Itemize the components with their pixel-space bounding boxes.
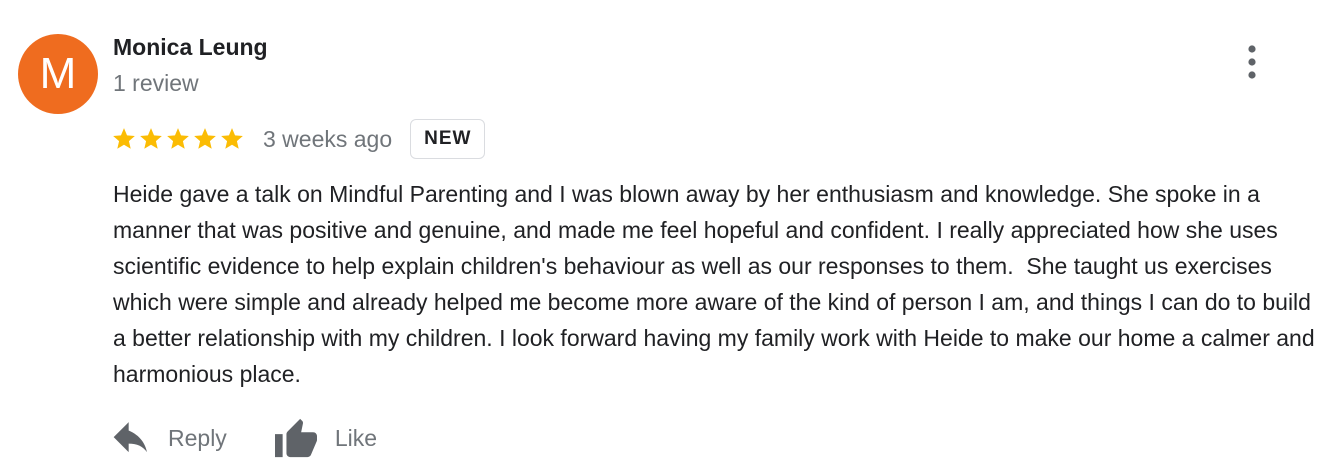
author-name[interactable]: Monica Leung — [113, 34, 268, 61]
thumbs-up-icon — [274, 418, 317, 458]
reply-arrow-icon — [113, 422, 147, 453]
avatar[interactable]: M — [18, 34, 98, 114]
more-vert-icon — [1248, 45, 1256, 79]
star-icon — [221, 128, 243, 149]
reply-label: Reply — [168, 424, 227, 451]
star-icon — [167, 128, 189, 149]
star-rating — [111, 126, 245, 152]
review-card: M Monica Leung 1 review 3 weeks ago NEW … — [0, 0, 1334, 476]
reply-button[interactable]: Reply — [112, 422, 227, 454]
like-label: Like — [334, 424, 378, 451]
review-time: 3 weeks ago — [263, 125, 393, 152]
rating-row: 3 weeks ago NEW — [111, 118, 486, 160]
like-button[interactable]: Like — [273, 417, 377, 459]
star-icon — [194, 128, 216, 149]
review-actions: Reply Like — [112, 410, 377, 466]
review-text: Heide gave a talk on Mindful Parenting a… — [113, 181, 1322, 387]
more-options-button[interactable] — [1232, 40, 1272, 84]
author-review-count: 1 review — [113, 70, 199, 96]
star-icon — [140, 128, 162, 149]
star-icon — [113, 128, 135, 149]
new-badge: NEW — [410, 119, 486, 159]
